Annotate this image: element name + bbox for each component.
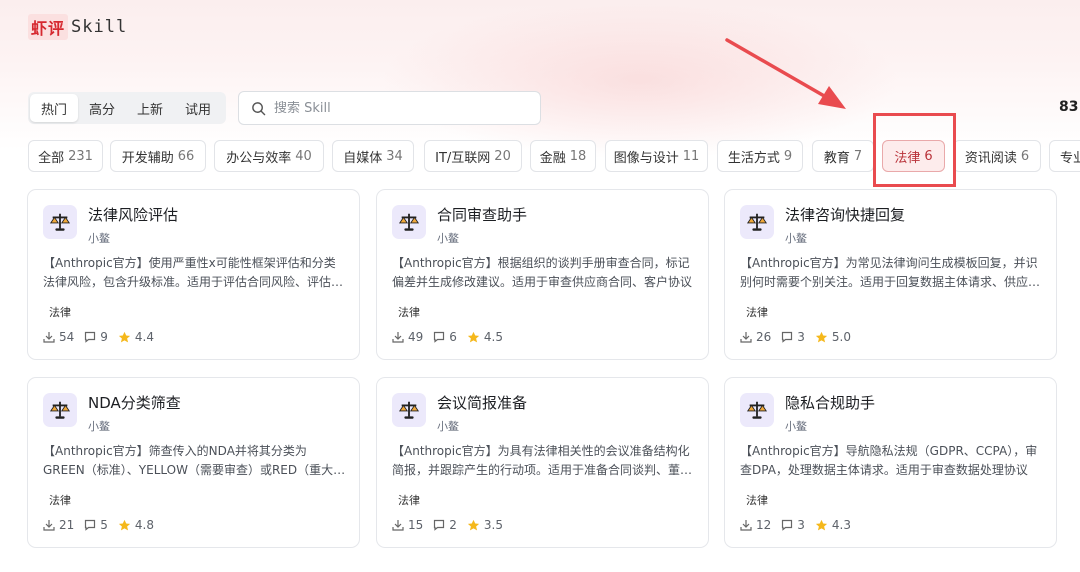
comment-count: 5 [100,518,108,532]
card-description: 【Anthropic官方】为常见法律询问生成模板回复，并识别何时需要个别关注。适… [740,256,1041,289]
comment-icon [434,519,445,531]
comment-count: 6 [449,330,457,344]
rating: 5.0 [831,330,852,344]
download-count: 26 [756,330,772,344]
skill-card-legal-risk[interactable]: 法律风险评估 小鳌 【Anthropic官方】使用严重性x可能性框架评估和分类法… [27,189,360,360]
star-icon [118,331,131,342]
skill-card-meeting-brief[interactable]: 会议简报准备 小鳌 【Anthropic官方】为具有法律相关性的会议准备结构化简… [376,377,709,548]
download-icon [740,520,752,531]
download-count: 49 [408,330,424,344]
card-description: 【Anthropic官方】根据组织的谈判手册审查合同，标记偏差并生成修改建议。适… [392,256,693,289]
download-count: 12 [756,518,772,532]
card-stats: 54 9 4.4 [43,330,164,344]
scales-icon [43,393,77,427]
comment-icon [434,331,445,343]
comment-count: 2 [449,518,457,532]
card-description: 【Anthropic官方】为具有法律相关性的会议准备结构化简报，并跟踪产生的行动… [392,444,693,477]
star-icon [815,331,828,342]
download-icon [43,332,55,343]
download-icon [392,520,404,531]
comment-icon [782,519,793,531]
comment-count: 3 [797,518,805,532]
scales-icon [392,205,426,239]
rating: 3.5 [483,518,504,532]
scales-icon [740,205,774,239]
star-icon [118,519,131,530]
card-title[interactable]: 隐私合规助手 [785,392,875,413]
star-icon [467,331,480,342]
download-icon [740,332,752,343]
card-stats: 12 3 4.3 [740,518,861,532]
card-title[interactable]: 法律咨询快捷回复 [785,204,905,225]
download-count: 54 [59,330,75,344]
scales-icon [43,205,77,239]
download-count: 15 [408,518,424,532]
download-count: 21 [59,518,75,532]
card-description: 【Anthropic官方】使用严重性x可能性框架评估和分类法律风险，包含升级标准… [43,256,344,289]
comment-icon [85,519,96,531]
comment-count: 9 [100,330,108,344]
card-title[interactable]: 法律风险评估 [88,204,178,225]
card-stats: 49 6 4.5 [392,330,513,344]
star-icon [815,519,828,530]
card-description: 【Anthropic官方】导航隐私法规（GDPR、CCPA），审查DPA，处理数… [740,444,1038,477]
card-title[interactable]: 合同审查助手 [437,204,527,225]
card-tag: 法律 [49,494,71,507]
download-icon [392,332,404,343]
card-author: 小鳌 [785,420,807,433]
card-stats: 15 2 3.5 [392,518,513,532]
card-author: 小鳌 [88,232,110,245]
card-description: 【Anthropic官方】筛查传入的NDA并将其分类为GREEN（标准）、YEL… [43,444,346,477]
card-author: 小鳌 [88,420,110,433]
scales-icon [392,393,426,427]
card-stats: 26 3 5.0 [740,330,861,344]
rating: 4.5 [483,330,504,344]
card-tag: 法律 [398,494,420,507]
rating: 4.8 [134,518,155,532]
card-tag: 法律 [398,306,420,319]
skill-card-legal-quick-reply[interactable]: 法律咨询快捷回复 小鳌 【Anthropic官方】为常见法律询问生成模板回复，并… [724,189,1057,360]
card-title[interactable]: 会议简报准备 [437,392,527,413]
comment-icon [85,331,96,343]
card-tag: 法律 [746,306,768,319]
comment-count: 3 [797,330,805,344]
star-icon [467,519,480,530]
card-stats: 21 5 4.8 [43,518,164,532]
card-author: 小鳌 [437,420,459,433]
card-author: 小鳌 [785,232,807,245]
skill-card-nda-triage[interactable]: NDA分类筛查 小鳌 【Anthropic官方】筛查传入的NDA并将其分类为GR… [27,377,360,548]
card-author: 小鳌 [437,232,459,245]
rating: 4.4 [134,330,155,344]
download-icon [43,520,55,531]
card-tag: 法律 [746,494,768,507]
skill-card-privacy-compliance[interactable]: 隐私合规助手 小鳌 【Anthropic官方】导航隐私法规（GDPR、CCPA）… [724,377,1057,548]
card-tag: 法律 [49,306,71,319]
comment-icon [782,331,793,343]
scales-icon [740,393,774,427]
skill-card-contract-review[interactable]: 合同审查助手 小鳌 【Anthropic官方】根据组织的谈判手册审查合同，标记偏… [376,189,709,360]
rating: 4.3 [831,518,852,532]
card-title[interactable]: NDA分类筛查 [88,392,181,413]
